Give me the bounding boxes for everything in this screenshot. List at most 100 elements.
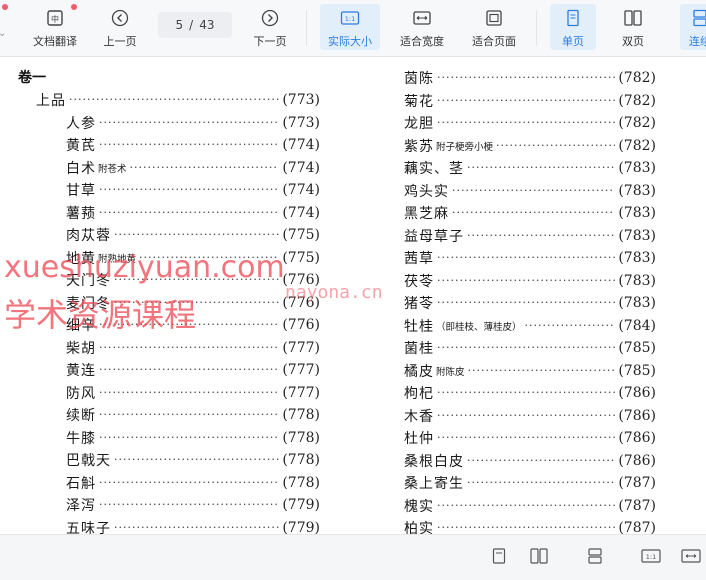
continuous-button[interactable]: 连续 <box>680 4 706 50</box>
toc-entry-page: (786) <box>618 385 656 401</box>
leader-dots: ········································… <box>467 161 616 174</box>
page-number-field[interactable]: 5 / 43 <box>158 12 232 38</box>
toc-entry[interactable]: 茜草 ······································… <box>404 247 656 269</box>
toc-entry[interactable]: 白术附苍术···································… <box>66 157 320 179</box>
leader-dots: ········································… <box>69 93 279 106</box>
toc-entry[interactable]: 黄芪 ······································… <box>66 134 320 156</box>
fit-page-button[interactable]: 适合页面 <box>464 4 524 50</box>
toc-entry[interactable]: 藕实、茎····································… <box>404 157 656 179</box>
double-page-icon <box>623 8 643 28</box>
toc-entry[interactable]: 甘草 ······································… <box>66 179 320 201</box>
toc-entry-note: 附苍术 <box>98 163 127 175</box>
toc-entry[interactable]: 鸡头实 ·····································… <box>404 180 656 202</box>
leader-dots: ········································… <box>437 273 616 287</box>
toc-entry[interactable]: 泽泻 ······································… <box>66 494 320 516</box>
toc-entry-page: (778) <box>282 474 320 491</box>
leader-dots: ········································… <box>524 318 616 332</box>
leader-dots: ········································… <box>114 453 280 466</box>
watermark-url: xueshuziyuan.com <box>4 250 285 285</box>
fit-width-icon[interactable] <box>680 545 702 567</box>
toc-entry-name: 牛膝 <box>66 430 96 447</box>
toc-entry-name: 龙胆 <box>404 116 434 132</box>
toc-entry[interactable]: 巴戟天 ·····································… <box>66 449 320 471</box>
toc-entry-name: 槐实 <box>404 498 434 515</box>
fit-width-button[interactable]: 适合宽度 <box>392 4 452 50</box>
toc-entry[interactable]: 猪苓 ······································… <box>404 292 656 314</box>
leader-dots: ········································… <box>467 453 616 467</box>
svg-text:1:1: 1:1 <box>345 15 355 23</box>
toc-entry[interactable]: 菌桂 ······································… <box>404 337 656 359</box>
toc-entry[interactable]: 薯蓣 ······································… <box>66 202 320 224</box>
leader-dots: ········································… <box>99 430 279 444</box>
toc-entry[interactable]: 续断 ······································… <box>66 404 320 426</box>
toc-entry-name: 杜仲 <box>404 431 434 447</box>
toc-entry-name: 菊花 <box>404 93 434 110</box>
toc-entry[interactable]: 肉苁蓉 ·····································… <box>66 224 320 246</box>
fit-page-icon <box>484 8 504 28</box>
toc-entry[interactable]: 桑根白皮····································… <box>404 450 656 472</box>
toc-entry-name: 橘皮 <box>404 363 434 380</box>
actual-size-icon[interactable]: 1:1 <box>640 545 662 567</box>
leader-dots: ········································… <box>467 228 616 242</box>
toc-entry[interactable]: 桑上寄生····································… <box>404 472 656 494</box>
toc-entry-page: (783) <box>618 250 656 266</box>
toc-entry[interactable]: 柴胡 ······································… <box>66 337 320 359</box>
toc-entry[interactable]: 防风 ······································… <box>66 382 320 404</box>
toc-entry[interactable]: 紫苏附子梗旁小梗································… <box>404 135 656 157</box>
leader-dots: ········································… <box>437 341 616 354</box>
toc-entry[interactable]: 木香 ······································… <box>404 405 656 427</box>
leader-dots: ········································… <box>452 183 616 197</box>
toc-entry[interactable]: 黄连 ······································… <box>66 359 320 381</box>
toc-entry-page: (787) <box>618 475 656 491</box>
leader-dots: ········································… <box>114 228 280 241</box>
toc-entry[interactable]: 黑芝麻 ·····································… <box>404 202 656 224</box>
toc-entry-page: (783) <box>618 227 656 244</box>
toc-entry-page: (786) <box>618 452 656 469</box>
toc-entry-page: (774) <box>282 159 320 176</box>
continuous-scroll-icon[interactable] <box>584 545 606 567</box>
toc-entry[interactable]: 牡桂（即桂枝、薄桂皮）·····························… <box>404 315 656 337</box>
toc-entry[interactable]: 五味子 ·····································… <box>66 517 320 535</box>
toc-entry[interactable]: 茯苓 ······································… <box>404 270 656 292</box>
toc-entry[interactable]: 橘皮附陈皮···································… <box>404 360 656 382</box>
toc-entry[interactable]: 益母草子····································… <box>404 225 656 247</box>
single-page-button[interactable]: 单页 <box>550 4 596 50</box>
toc-entry-name: 柏实 <box>404 521 434 534</box>
toc-entry-name: 石斛 <box>66 475 96 492</box>
leader-dots: ········································… <box>437 93 616 107</box>
chevron-down-icon[interactable]: ⌄ <box>0 28 6 39</box>
toc-entry[interactable]: 柏实 ······································… <box>404 517 656 534</box>
leader-dots: ········································… <box>437 408 616 422</box>
toc-entry-page: (784) <box>618 317 656 334</box>
toc-entry[interactable]: 茵陈 ······································… <box>404 67 656 89</box>
leader-dots: ········································… <box>99 115 279 129</box>
toc-entry-name: 泽泻 <box>66 498 96 514</box>
prev-page-button[interactable]: 上一页 <box>96 4 144 50</box>
toolbar: ⌄ 中 文档翻译 上一页 5 / 43 下一页 1:1 实际大小 适合宽度 适合… <box>0 0 706 57</box>
single-page-view-icon[interactable] <box>488 545 510 567</box>
toc-entry[interactable]: 槐实 ······································… <box>404 495 656 517</box>
toc-entry-note: 附陈皮 <box>436 366 465 378</box>
toc-entry[interactable]: 人参 ······································… <box>66 112 320 134</box>
toc-entry-name: 防风 <box>66 385 96 402</box>
toc-entry[interactable]: 龙胆 ······································… <box>404 112 656 134</box>
toc-entry[interactable]: 杜仲 ······································… <box>404 427 656 449</box>
toc-entry-page: (774) <box>282 204 320 221</box>
toc-entry-name: 五味子 <box>66 520 111 535</box>
toc-entry[interactable]: 牛膝 ······································… <box>66 427 320 449</box>
toc-entry[interactable]: 枸杞 ······································… <box>404 382 656 404</box>
double-page-button[interactable]: 双页 <box>610 4 656 50</box>
toc-entry-page: (779) <box>282 497 320 513</box>
watermark-text: 学术资源课程 <box>4 296 197 334</box>
actual-size-button[interactable]: 1:1 实际大小 <box>320 4 380 50</box>
toc-entry[interactable]: 石斛 ······································… <box>66 472 320 494</box>
current-page-input[interactable]: 5 <box>176 18 184 32</box>
leader-dots: ········································… <box>99 340 279 354</box>
toc-entry[interactable]: 菊花 ······································… <box>404 90 656 112</box>
leader-dots: ········································… <box>99 183 279 196</box>
continuous-scroll-icon <box>690 8 706 28</box>
next-page-button[interactable]: 下一页 <box>246 4 294 50</box>
double-page-view-icon[interactable] <box>528 545 550 567</box>
translate-doc-button[interactable]: 中 文档翻译 <box>28 4 82 50</box>
toc-entry[interactable]: 上品 ······································… <box>36 89 320 111</box>
